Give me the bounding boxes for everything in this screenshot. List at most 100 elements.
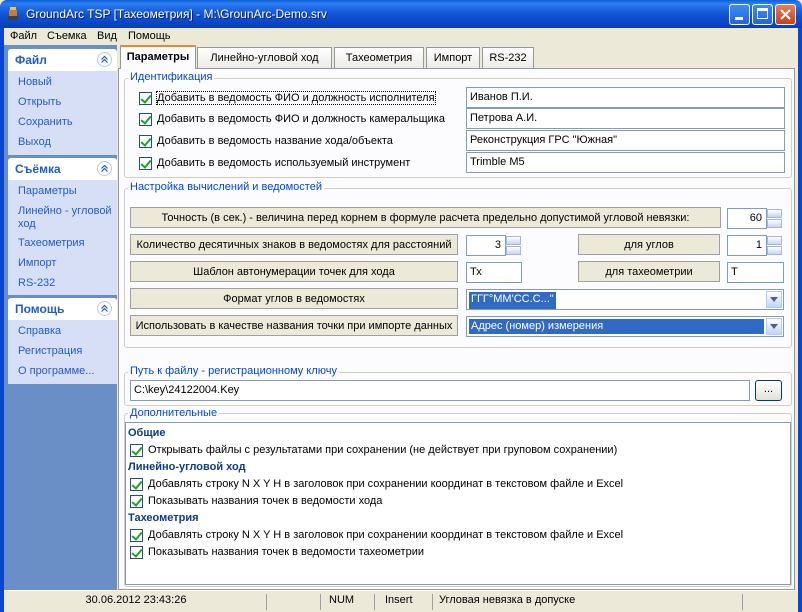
nav-group-help-header[interactable]: Помощь [8,298,117,320]
browse-button[interactable]: ... [755,380,782,401]
extra-group-title: Дополнительные [128,407,220,419]
nav-item-exit[interactable]: Выход [18,136,51,149]
nav-group-survey-header[interactable]: Съёмка [8,158,117,180]
template-traverse-input[interactable]: Тх [466,262,522,283]
ident-label-4: Добавить в ведомость используемый инстру… [157,157,411,169]
nav-item-help[interactable]: Справка [18,325,61,338]
angles-label: для углов [578,234,720,255]
tab-traverse[interactable]: Линейно-угловой ход [197,47,332,68]
decimals-distance-spinner[interactable] [506,236,521,255]
collapse-icon[interactable] [97,301,112,316]
extra-section-general: Общие [128,427,166,439]
extra-checkbox-4[interactable] [130,529,143,542]
nav-item-traverse[interactable]: Линейно - угловой ход [18,205,118,231]
extra-label-3: Показывать названия точек в ведомости хо… [148,495,383,507]
spin-up-icon[interactable] [767,236,782,245]
spin-down-icon[interactable] [767,219,782,228]
close-icon [780,9,791,20]
ident-label-1: Добавить в ведомость ФИО и должность исп… [156,91,436,105]
status-num: NUM [320,594,374,610]
tab-rs232[interactable]: RS-232 [482,47,534,68]
nav-group-file-body: Новый Открыть Сохранить Выход [8,71,117,155]
minimize-button[interactable] [729,4,750,25]
close-button[interactable] [775,4,796,25]
angle-format-select[interactable]: ГГГ°ММ'СС.С..." [466,289,784,310]
template-tacheo-input[interactable]: Т [727,262,784,283]
nav-item-tacheometry[interactable]: Тахеометрия [18,237,85,250]
tab-import[interactable]: Импорт [426,47,480,68]
extra-checkbox-3[interactable] [130,495,143,508]
menu-view[interactable]: Вид [97,30,117,42]
calc-group-title: Настройка вычислений и ведомостей [128,181,324,193]
extra-checkbox-1[interactable] [130,444,143,457]
nav-item-params[interactable]: Параметры [18,185,77,198]
ident-label-2: Добавить в ведомость ФИО и должность кам… [157,113,445,125]
status-grip [742,594,796,610]
object-name-field[interactable]: Реконструкция ГРС "Южная" [466,130,785,151]
extra-checkbox-2[interactable] [130,478,143,491]
nav-item-about[interactable]: О программе... [18,365,94,378]
maximize-button[interactable] [752,4,773,25]
instrument-field[interactable]: Trimble M5 [466,152,785,173]
menu-help[interactable]: Помощь [128,30,171,42]
menu-bar: Файл Съемка Вид Помощь [4,28,798,45]
precision-input[interactable]: 60 [727,208,767,229]
nav-group-help-body: Справка Регистрация О программе... [8,320,117,384]
import-name-label: Использовать в качестве названия точки п… [130,315,458,336]
ident-checkbox-3[interactable] [139,135,152,148]
window-frame-right [798,28,802,612]
collapse-icon[interactable] [97,52,112,67]
template-label: Шаблон автонумерации точек для хода [130,261,458,282]
import-name-value: Адрес (номер) измерения [469,319,764,334]
precision-label: Точность (в сек.) - величина перед корне… [130,207,721,228]
ident-checkbox-1[interactable] [139,92,152,105]
nav-group-title: Файл [15,53,47,67]
precision-spinner[interactable] [767,209,782,228]
chevron-down-icon[interactable] [766,318,782,335]
nav-item-register[interactable]: Регистрация [18,345,82,358]
nav-group-file-header[interactable]: Файл [8,49,117,71]
nav-item-import[interactable]: Импорт [18,257,56,270]
ident-checkbox-2[interactable] [139,113,152,126]
extra-checkbox-5[interactable] [130,546,143,559]
decimals-label: Количество десятичных знаков в ведомостя… [130,234,458,255]
title-bar[interactable]: GroundArc TSP [Тахеометрия] - M:\GrounAr… [0,0,802,28]
menu-survey[interactable]: Съемка [47,30,87,42]
spin-up-icon[interactable] [506,236,521,245]
tacheo-template-label: для тахеометрии [578,261,720,282]
spin-up-icon[interactable] [767,209,782,218]
executor-field[interactable]: Иванов П.И. [466,87,785,108]
extra-section-tacheometry: Тахеометрия [128,512,199,524]
format-label: Формат углов в ведомостях [130,288,458,309]
keypath-group-title: Путь к файлу - регистрационному ключу [128,365,339,377]
spin-down-icon[interactable] [767,246,782,255]
task-pane: Файл Новый Открыть Сохранить Выход Съёмк… [4,45,117,590]
import-name-select[interactable]: Адрес (номер) измерения [466,316,784,337]
nav-item-open[interactable]: Открыть [18,96,61,109]
extra-label-1: Открывать файлы с результатами при сохра… [148,444,618,456]
angle-format-value: ГГГ°ММ'СС.С..." [469,292,556,309]
chevron-down-icon[interactable] [766,291,782,308]
nav-item-save[interactable]: Сохранить [18,116,73,129]
decimals-angles-spinner[interactable] [767,236,782,255]
ident-checkbox-4[interactable] [139,157,152,170]
tab-parameters[interactable]: Параметры [120,45,196,69]
spin-down-icon[interactable] [506,246,521,255]
office-worker-field[interactable]: Петрова А.И. [466,108,785,129]
status-bar: 30.06.2012 23:43:26 NUM Insert Угловая н… [4,590,798,612]
extra-label-2: Добавлять строку N X Y H в заголовок при… [148,478,624,490]
nav-item-rs232[interactable]: RS-232 [18,277,55,290]
status-insert: Insert [374,594,432,610]
ident-group-title: Идентификация [128,71,215,83]
tab-tacheometry[interactable]: Тахеометрия [334,47,424,68]
keypath-input[interactable]: C:\key\24122004.Key [130,380,750,401]
decimals-distance-input[interactable]: 3 [466,235,506,256]
nav-item-new[interactable]: Новый [18,76,52,89]
app-icon [8,7,18,20]
decimals-angles-input[interactable]: 1 [727,235,767,256]
extra-label-5: Показывать названия точек в ведомости та… [148,546,424,558]
extra-section-traverse: Линейно-угловой ход [128,461,246,473]
menu-file[interactable]: Файл [10,30,37,42]
collapse-icon[interactable] [97,161,112,176]
window-title: GroundArc TSP [Тахеометрия] - M:\GrounAr… [26,7,327,21]
